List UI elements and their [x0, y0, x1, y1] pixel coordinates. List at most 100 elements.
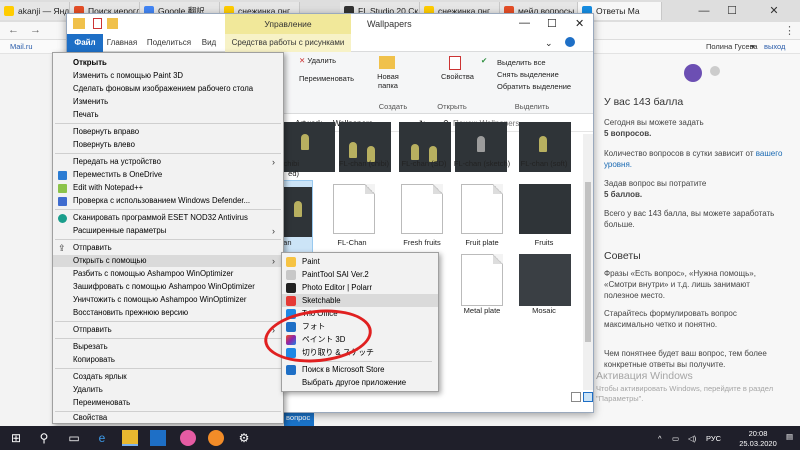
browser-minimize-button[interactable]: —	[690, 0, 718, 22]
thumbnail[interactable]	[333, 184, 375, 234]
yandex-icon	[4, 6, 14, 16]
language-indicator[interactable]: РУС	[706, 434, 721, 443]
open-icon[interactable]: ✔	[481, 56, 487, 65]
menu-item-onedrive[interactable]: Переместить в OneDrive	[53, 169, 283, 181]
menu-item-delete[interactable]: Удалить	[53, 384, 283, 396]
submenu-item-choose-app[interactable]: Выбрать другое приложение	[282, 376, 438, 389]
menu-item-cut[interactable]: Вырезать	[53, 341, 283, 353]
browser-close-button[interactable]: ✕	[760, 0, 788, 22]
menu-item-cast[interactable]: Передать на устройство ›	[53, 156, 283, 168]
submenu-item-paint[interactable]: Paint	[282, 255, 438, 268]
thumbnail[interactable]	[461, 254, 503, 306]
delete-button[interactable]: ✕ Удалить	[299, 56, 336, 65]
menu-item-create-shortcut[interactable]: Создать ярлык	[53, 371, 283, 383]
user-name[interactable]: Полина Гусева	[706, 42, 758, 51]
clock-date[interactable]: 25.03.2020	[730, 439, 786, 448]
network-icon[interactable]: ▭	[672, 434, 679, 443]
avatar[interactable]	[684, 64, 702, 82]
fl-studio-icon[interactable]	[208, 430, 224, 446]
submenu-item-sketchable[interactable]: Sketchable	[282, 294, 438, 307]
thumbnail[interactable]	[461, 184, 503, 234]
start-icon[interactable]: ⊞	[8, 430, 24, 446]
menu-item-open[interactable]: Открыть	[53, 57, 283, 69]
folder-icon	[73, 18, 85, 29]
manage-context-tab[interactable]: Управление	[225, 14, 351, 34]
browser-tab-1[interactable]: akanji — Яндек	[0, 2, 70, 20]
menu-item-copy[interactable]: Копировать	[53, 354, 283, 366]
tab-view[interactable]: Вид	[197, 34, 221, 52]
thumb-label: FL-chan (soft)	[520, 159, 568, 168]
menu-item-notepadpp[interactable]: Edit with Notepad++	[53, 182, 283, 194]
menu-item-send-to[interactable]: Отправить ›	[53, 324, 283, 336]
menu-item-ashampoo-split[interactable]: Разбить с помощью Ashampoo WinOptimizer	[53, 268, 283, 280]
new-folder-quick-icon[interactable]	[107, 18, 118, 29]
logout-link[interactable]: выход	[764, 42, 785, 51]
search-icon[interactable]: ⚲	[36, 430, 52, 446]
thumbnail[interactable]	[519, 254, 571, 306]
tray-chevron-icon[interactable]: ^	[658, 434, 662, 443]
tab-picture-tools[interactable]: Средства работы с рисунками	[225, 34, 351, 52]
tab-home[interactable]: Главная	[105, 34, 139, 52]
menu-item-rotate-left[interactable]: Повернуть влево	[53, 139, 283, 151]
menu-item-rotate-right[interactable]: Повернуть вправо	[53, 126, 283, 138]
browser-maximize-button[interactable]: ☐	[718, 0, 746, 22]
invert-selection-button[interactable]: Обратить выделение	[497, 82, 571, 91]
ribbon-collapse-icon[interactable]: ⌄	[545, 38, 553, 49]
total-points-text: Всего у вас 143 балла, вы можете заработ…	[604, 209, 775, 229]
selected-file[interactable]	[279, 180, 313, 262]
thumb-label: Mosaic	[532, 306, 556, 315]
menu-item-set-wallpaper[interactable]: Сделать фоновым изображением рабочего ст…	[53, 83, 283, 95]
properties-button[interactable]: Свойства	[441, 56, 474, 81]
submenu-item-polarr[interactable]: Photo Editor | Polarr	[282, 281, 438, 294]
thumbnail[interactable]	[519, 184, 571, 234]
explorer-minimize-button[interactable]: —	[519, 17, 530, 29]
forward-arrow-icon[interactable]: →	[30, 24, 41, 36]
help-icon[interactable]	[565, 37, 575, 47]
explorer-close-button[interactable]: ✕	[575, 17, 584, 30]
menu-item-edit[interactable]: Изменить	[53, 96, 283, 108]
scrollbar-thumb[interactable]	[585, 182, 591, 342]
tip-2: Старайтесь формулировать вопрос максимал…	[604, 309, 737, 329]
menu-item-edit-paint3d[interactable]: Изменить с помощью Paint 3D	[53, 70, 283, 82]
clock-time[interactable]: 20:08	[738, 429, 778, 438]
menu-item-open-with[interactable]: Открыть с помощью ›	[53, 255, 283, 267]
tab-file[interactable]: Файл	[67, 34, 103, 52]
notifications-icon[interactable]: ▤	[786, 432, 793, 441]
menu-item-properties[interactable]: Свойства	[53, 412, 283, 424]
task-view-icon[interactable]: ▭	[66, 430, 82, 446]
select-none-button[interactable]: Снять выделение	[497, 70, 559, 79]
rename-button[interactable]: Переименовать	[299, 74, 354, 83]
menu-item-eset[interactable]: Сканировать программой ESET NOD32 Antivi…	[53, 212, 283, 224]
details-view-icon[interactable]	[571, 392, 581, 402]
settings-gear-icon[interactable]: ⚙	[236, 430, 252, 446]
thumbnail-view-icon[interactable]	[583, 392, 593, 402]
back-arrow-icon[interactable]: ←	[8, 24, 19, 36]
edge-icon[interactable]: e	[94, 430, 110, 446]
menu-item-print[interactable]: Печать	[53, 109, 283, 121]
user-dropdown-icon[interactable]: ▾	[751, 42, 755, 51]
menu-item-ashampoo-destroy[interactable]: Уничтожить с помощью Ashampoo WinOptimiz…	[53, 294, 283, 306]
scrollbar[interactable]	[583, 134, 593, 390]
menu-item-rename[interactable]: Переименовать	[53, 397, 283, 409]
properties-quick-icon[interactable]	[93, 18, 102, 29]
submenu-item-store[interactable]: Поиск в Microsoft Store	[282, 363, 438, 376]
menu-item-restore-version[interactable]: Восстановить прежнюю версию	[53, 307, 283, 319]
submenu-item-sai[interactable]: PaintTool SAI Ver.2	[282, 268, 438, 281]
browser-menu-icon[interactable]: ⋮	[784, 24, 795, 37]
defender-icon	[58, 197, 67, 206]
select-all-button[interactable]: Выделить все	[497, 58, 546, 67]
tab-share[interactable]: Поделиться	[145, 34, 193, 52]
menu-item-ashampoo-encrypt[interactable]: Зашифровать с помощью Ashampoo WinOptimi…	[53, 281, 283, 293]
menu-item-share[interactable]: ⇪ Отправить	[53, 242, 283, 254]
explorer-maximize-button[interactable]: ☐	[547, 17, 557, 30]
menu-item-advanced[interactable]: Расширенные параметры ›	[53, 225, 283, 237]
file-explorer-icon[interactable]	[122, 430, 138, 446]
volume-icon[interactable]: ◁)	[688, 434, 696, 443]
menu-item-defender[interactable]: Проверка с использованием Windows Defend…	[53, 195, 283, 207]
store-icon[interactable]	[150, 430, 166, 446]
app-icon[interactable]	[180, 430, 196, 446]
new-folder-button[interactable]: Новая папка	[373, 72, 403, 90]
notification-icon[interactable]	[710, 66, 720, 76]
thumbnail[interactable]	[401, 184, 443, 234]
mailru-link[interactable]: Mail.ru	[10, 42, 33, 51]
